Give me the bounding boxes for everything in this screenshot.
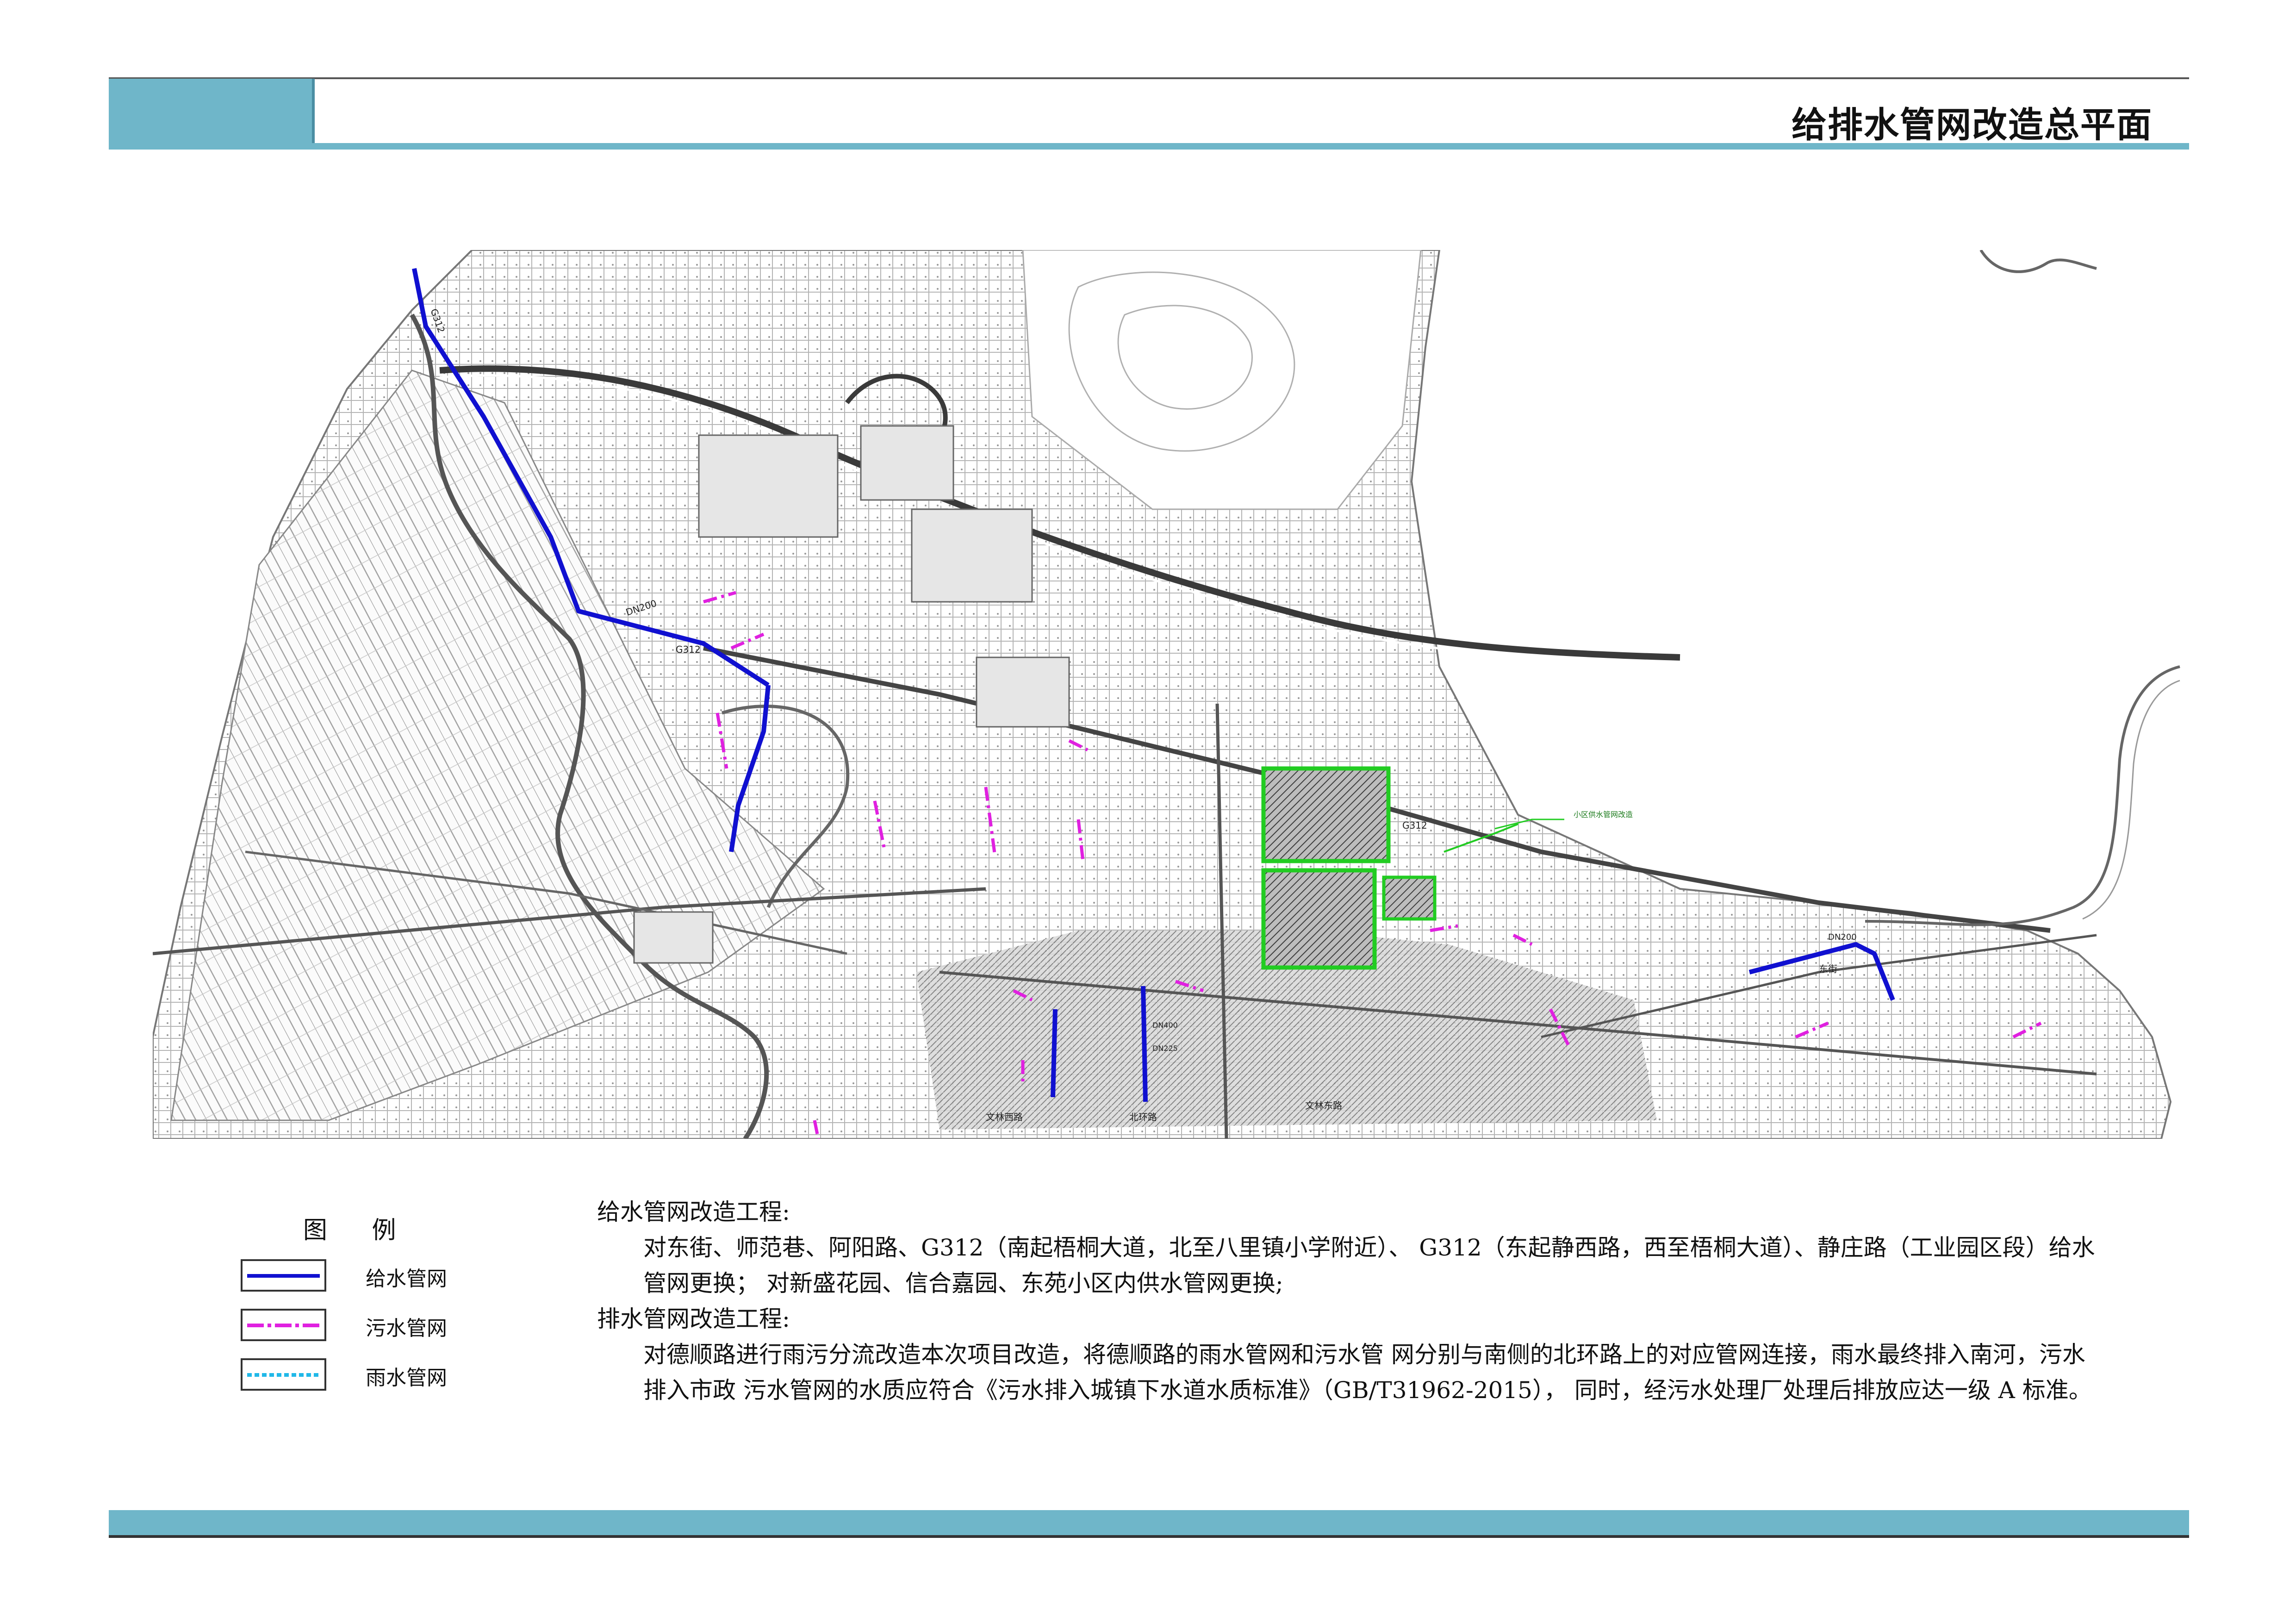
legend-swatch-sewage: [241, 1309, 326, 1341]
legend-item-rain: 雨水管网: [241, 1358, 518, 1395]
footer-bar: [109, 1510, 2189, 1535]
page-title: 给排水管网改造总平面: [1792, 104, 2153, 145]
map-label-east-street: 东街: [1819, 963, 1837, 974]
map-label-g312-b: G312: [676, 644, 701, 655]
legend-label-rain: 雨水管网: [366, 1366, 447, 1390]
map-label-dn200-b: DN200: [1828, 932, 1857, 942]
water-body: 对东街、师范巷、阿阳路、G312（南起梧桐大道，北至八里镇小学附近）、 G312…: [643, 1234, 2095, 1297]
legend-swatch-rain: [241, 1358, 326, 1391]
map-label-dn225: DN225: [1152, 1044, 1178, 1053]
map-label-dn400: DN400: [1152, 1021, 1178, 1030]
water-heading: 给水管网改造工程:: [597, 1199, 790, 1225]
header-accent-block: [109, 79, 315, 148]
header-top-rule: [109, 77, 2189, 79]
drain-body: 对德顺路进行雨污分流改造本次项目改造，将德顺路的雨水管网和污水管 网分别与南侧的…: [643, 1341, 2092, 1404]
drain-heading: 排水管网改造工程:: [597, 1305, 790, 1332]
water-pipe-dongjie-b: [1141, 986, 1148, 1102]
legend-item-sewage: 污水管网: [241, 1309, 518, 1346]
water-pipe-dongjie-a: [1051, 1009, 1058, 1098]
pipeline-map: G312 DN200 G312 G312 小区供水管网改造 DN200 DN40…: [153, 250, 2180, 1139]
map-label-g312-c: G312: [1402, 820, 1427, 831]
legend-item-water-supply: 给水管网: [241, 1259, 518, 1296]
legend-label-sewage: 污水管网: [366, 1317, 447, 1340]
map-label-wenlin-east: 文林东路: [1305, 1100, 1342, 1111]
legend-swatch-water-supply: [241, 1259, 326, 1292]
project-description: 给水管网改造工程: 对东街、师范巷、阿阳路、G312（南起梧桐大道，北至八里镇小…: [597, 1194, 2097, 1408]
legend-title: 图 例: [303, 1217, 415, 1244]
footer-rule: [109, 1535, 2189, 1538]
map-label-water-note: 小区供水管网改造: [1574, 810, 1633, 819]
map-label-wenlin-west: 文林西路: [986, 1112, 1023, 1123]
map-label-beihuan: 北环路: [1129, 1112, 1157, 1123]
legend-label-water-supply: 给水管网: [366, 1267, 447, 1291]
